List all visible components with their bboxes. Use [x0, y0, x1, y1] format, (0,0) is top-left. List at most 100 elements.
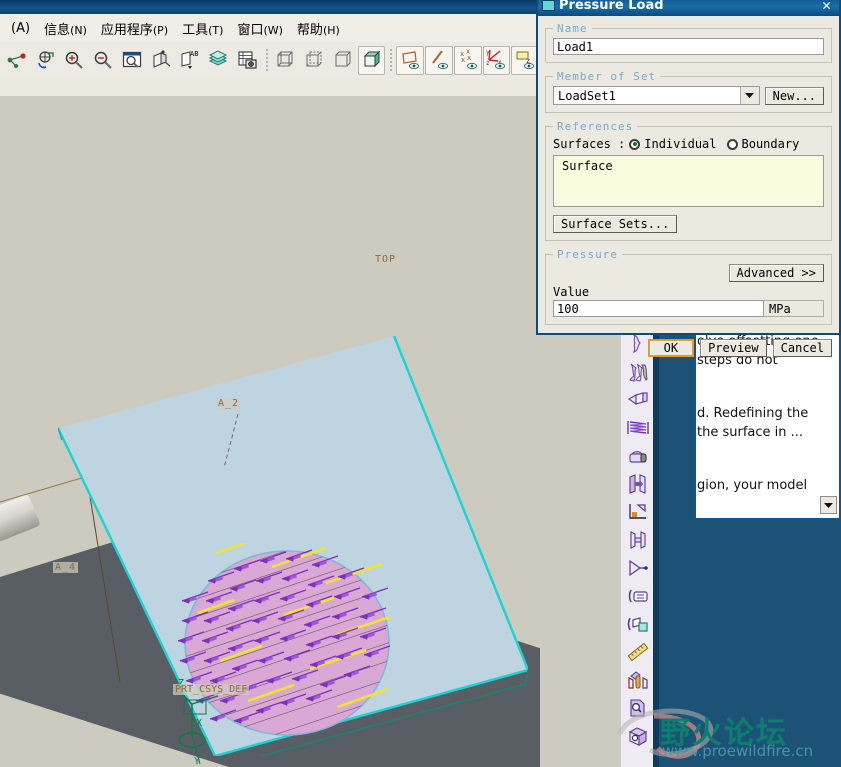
radio-individual-label: Individual: [644, 137, 717, 151]
menu-item-5-mnemonic: (H): [322, 23, 340, 37]
saved-view-icon[interactable]: [233, 46, 261, 75]
radio-boundary[interactable]: [726, 138, 738, 150]
dialog-button-row: OK Preview Cancel: [538, 332, 839, 357]
message-line-6: gion, your model: [697, 478, 808, 493]
reorient-icon[interactable]: [147, 46, 175, 75]
menu-item-0[interactable]: (A): [4, 19, 37, 38]
svg-text:Y: Y: [194, 756, 200, 766]
analysis-setup-icon[interactable]: [621, 666, 654, 694]
member-set-row: LoadSet1 New...: [553, 86, 824, 105]
pressure-value-row: 100 MPa: [553, 300, 824, 317]
radio-individual[interactable]: [629, 138, 641, 150]
chevron-down-icon[interactable]: [739, 87, 759, 104]
interface-icon[interactable]: [621, 470, 654, 498]
chevron-down-icon[interactable]: [820, 496, 837, 514]
background-window-edge: [653, 330, 659, 767]
new-set-button[interactable]: New...: [764, 86, 824, 105]
pressure-load-tag-icon[interactable]: [621, 582, 654, 610]
material-assignment-icon[interactable]: [621, 358, 654, 386]
mass-icon[interactable]: [621, 442, 654, 470]
watermark-url: www.proewildfire.cn: [662, 742, 814, 760]
pressure-load-dialog[interactable]: Pressure Load ✕ Name Load1 Member of Set…: [536, 0, 841, 357]
radio-boundary-label: Boundary: [741, 137, 800, 151]
main-toolbar: AB x x x x y z x z: [0, 43, 540, 77]
menu-bar: (A) 信息(N) 应用程序(P) 工具(T) 窗口(W) 帮助(H): [0, 14, 540, 42]
pressure-group: Pressure Advanced >> Value 100 MPa: [545, 248, 832, 325]
advanced-button[interactable]: Advanced >>: [728, 264, 824, 282]
toolbar-separator: [265, 49, 268, 71]
svg-text:AB: AB: [190, 50, 198, 58]
message-gap-1: [696, 387, 839, 404]
datum-axis-display-icon[interactable]: [425, 45, 453, 75]
menu-item-help[interactable]: 帮助(H): [290, 17, 347, 40]
message-list-window[interactable]: olve offsetting one steps do not d. Rede…: [694, 330, 841, 520]
no-hidden-icon[interactable]: [329, 46, 357, 75]
main-window-title-bar: [0, 0, 540, 14]
beam-icon[interactable]: [621, 526, 654, 554]
datum-point-display-icon[interactable]: x x x x: [453, 45, 482, 75]
surface-list-item[interactable]: Surface: [562, 159, 823, 173]
load-set-value: LoadSet1: [558, 88, 616, 103]
preview-button[interactable]: Preview: [700, 339, 767, 357]
menu-item-window[interactable]: 窗口(W): [230, 17, 289, 40]
message-gap-3: [696, 459, 839, 476]
surfaces-label: Surfaces :: [553, 137, 626, 151]
bearing-load-icon[interactable]: [621, 610, 654, 638]
menu-item-3-mnemonic: (T): [208, 23, 224, 37]
zoom-in-icon[interactable]: [60, 46, 88, 75]
pressure-value-input[interactable]: 100: [553, 300, 764, 317]
datum-axis-label-a4: A_4: [53, 562, 79, 573]
menu-item-info[interactable]: 信息(N): [37, 17, 94, 40]
message-line-3: d. Redefining the: [697, 406, 809, 421]
surface-sets-row: Surface Sets...: [553, 213, 824, 233]
refit-icon[interactable]: [118, 46, 146, 75]
load-name-input[interactable]: Load1: [553, 38, 824, 55]
svg-text:y: y: [486, 49, 490, 56]
pressure-value-label: Value: [553, 285, 590, 299]
annotation-display-icon[interactable]: z: [511, 45, 540, 75]
annotation-icon[interactable]: AB: [175, 46, 203, 75]
name-group: Name Load1: [545, 22, 832, 63]
constraint-icon[interactable]: [621, 498, 654, 526]
graphics-viewport[interactable]: TOP A_2 A_4 X Y Z PRT_CSYS_DEF: [0, 96, 620, 767]
close-icon[interactable]: ✕: [818, 0, 835, 14]
dialog-window-icon: [542, 0, 555, 11]
references-group-legend: References: [557, 120, 634, 133]
simulation-side-toolbar: [620, 330, 654, 767]
measure-icon[interactable]: [621, 638, 654, 666]
name-group-legend: Name: [557, 22, 588, 35]
menu-item-1-mnemonic: (N): [70, 23, 87, 37]
menu-item-applications[interactable]: 应用程序(P): [94, 17, 175, 40]
coord-sys-display-icon[interactable]: y z x: [482, 45, 511, 75]
shell-idealization-icon[interactable]: [621, 386, 654, 414]
menu-item-tools[interactable]: 工具(T): [175, 17, 230, 40]
zoom-out-icon[interactable]: [89, 46, 117, 75]
force-load-icon[interactable]: [621, 554, 654, 582]
load-set-select[interactable]: LoadSet1: [553, 86, 760, 105]
shading-icon[interactable]: [357, 45, 386, 75]
surface-sets-button[interactable]: Surface Sets...: [553, 215, 678, 233]
ok-button[interactable]: OK: [647, 339, 695, 357]
layers-icon[interactable]: [204, 46, 232, 75]
spring-icon[interactable]: [621, 414, 654, 442]
menu-item-4-label: 窗口: [237, 22, 264, 38]
menu-item-5-label: 帮助: [296, 22, 323, 38]
toolbar-bottom-rule: [0, 77, 540, 96]
wireframe-icon[interactable]: [272, 46, 300, 75]
datum-point-icon[interactable]: [3, 46, 31, 75]
member-of-set-group: Member of Set LoadSet1 New...: [545, 70, 832, 113]
datum-axis-label-a2: A_2: [216, 398, 242, 409]
datum-axis-a2-leader: [223, 414, 239, 469]
hidden-line-icon[interactable]: [300, 46, 328, 75]
menu-item-3-label: 工具: [182, 22, 209, 38]
cancel-button[interactable]: Cancel: [772, 339, 832, 357]
datum-plane-display-icon[interactable]: [396, 45, 425, 75]
dialog-body: Name Load1 Member of Set LoadSet1 New...…: [538, 16, 839, 325]
dialog-title-bar[interactable]: Pressure Load ✕: [538, 0, 839, 16]
advanced-row: Advanced >>: [553, 264, 824, 282]
svg-text:X: X: [196, 718, 202, 729]
message-gap-2: [696, 442, 839, 459]
spin-center-icon[interactable]: [32, 46, 60, 75]
menu-item-0-label: (A): [11, 20, 31, 36]
surface-reference-list[interactable]: Surface: [553, 155, 824, 207]
